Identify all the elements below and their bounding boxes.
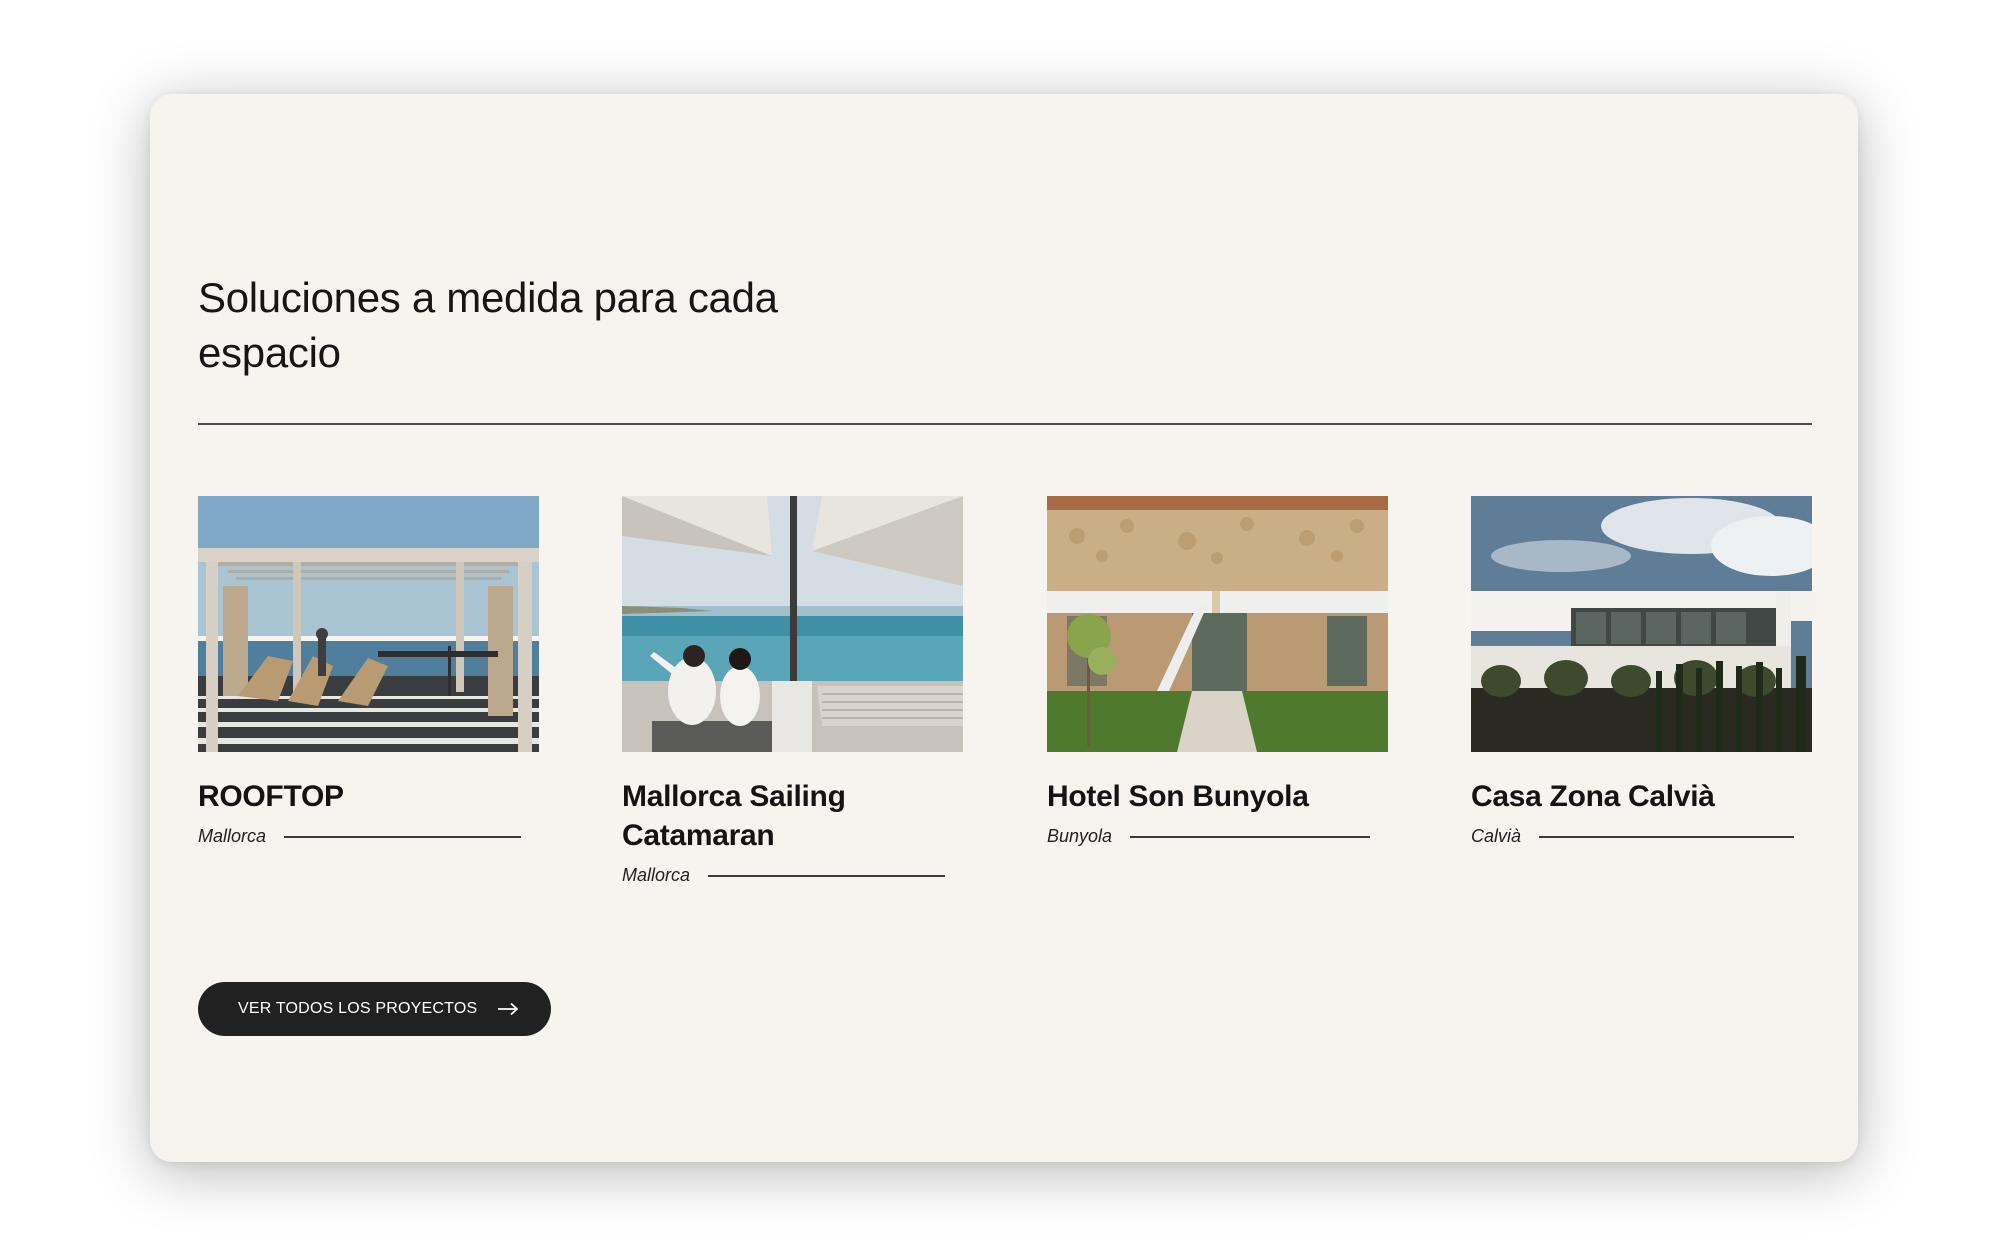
project-location: Calvià xyxy=(1471,826,1522,846)
project-location-row: Mallorca xyxy=(198,826,539,847)
location-rule xyxy=(284,835,521,838)
project-location-row: Mallorca xyxy=(622,865,963,886)
project-location: Bunyola xyxy=(1047,826,1113,846)
project-location: Mallorca xyxy=(198,826,267,846)
project-card-casa-zona-calvia[interactable]: Casa Zona Calvià Calvià xyxy=(1471,496,1812,847)
location-rule xyxy=(1539,835,1794,838)
project-image-hotel-son-bunyola[interactable] xyxy=(1047,496,1388,752)
location-rule xyxy=(708,874,945,877)
project-image-catamaran[interactable] xyxy=(622,496,963,752)
project-card-catamaran[interactable]: Mallorca Sailing Catamaran Mallorca xyxy=(622,496,963,886)
view-all-projects-button[interactable]: VER TODOS LOS PROYECTOS xyxy=(198,982,551,1036)
project-title[interactable]: Casa Zona Calvià xyxy=(1471,777,1812,816)
stone-building-garden-photo xyxy=(1047,496,1388,752)
project-title[interactable]: Mallorca Sailing Catamaran xyxy=(622,777,963,855)
project-location-row: Bunyola xyxy=(1047,826,1388,847)
pergola-terrace-photo xyxy=(198,496,539,752)
project-location: Mallorca xyxy=(622,865,691,885)
section-divider xyxy=(198,423,1812,425)
project-card-rooftop[interactable]: ROOFTOP Mallorca xyxy=(198,496,539,847)
project-image-casa-zona-calvia[interactable] xyxy=(1471,496,1812,752)
project-card-hotel-son-bunyola[interactable]: Hotel Son Bunyola Bunyola xyxy=(1047,496,1388,847)
project-image-rooftop[interactable] xyxy=(198,496,539,752)
project-location-row: Calvià xyxy=(1471,826,1812,847)
catamaran-couple-photo xyxy=(622,496,963,752)
view-all-projects-label: VER TODOS LOS PROYECTOS xyxy=(238,1000,478,1017)
section-heading: Soluciones a medida para cada espacio xyxy=(198,274,778,376)
location-rule xyxy=(1130,835,1370,838)
project-title[interactable]: ROOFTOP xyxy=(198,777,539,816)
projects-section-card: Soluciones a medida para cada espacio RO… xyxy=(150,94,1858,1162)
arrow-right-icon xyxy=(497,1002,519,1016)
modern-villa-photo xyxy=(1471,496,1812,752)
project-title[interactable]: Hotel Son Bunyola xyxy=(1047,777,1388,816)
